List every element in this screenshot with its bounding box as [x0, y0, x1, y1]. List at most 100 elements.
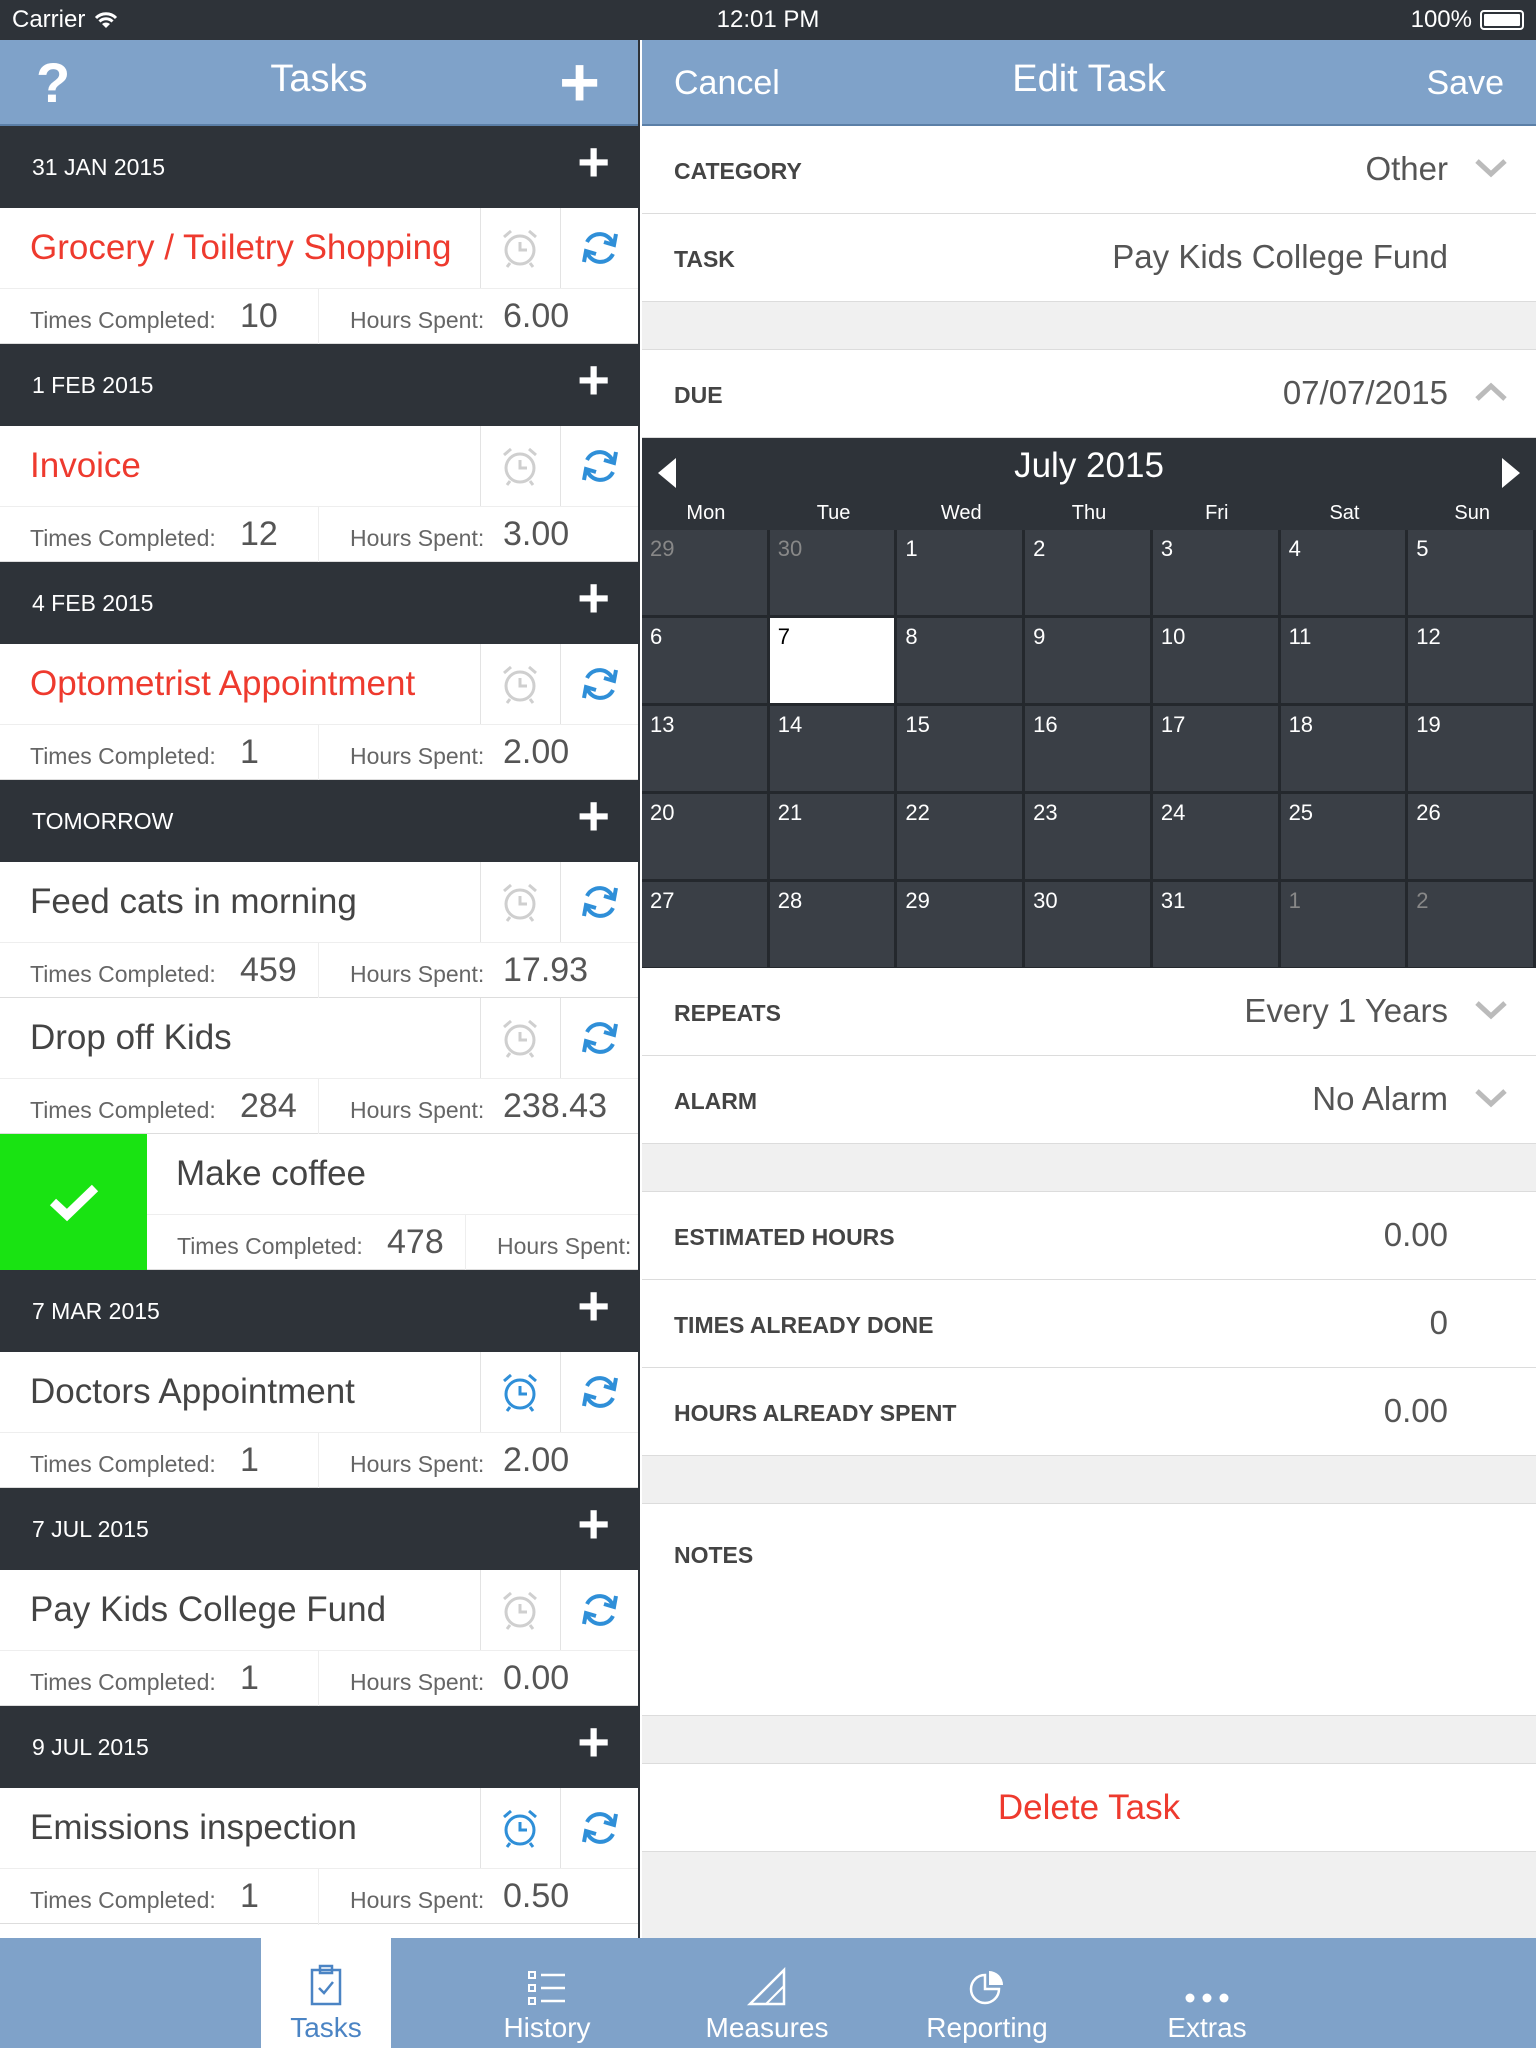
save-button[interactable]: Save: [1427, 64, 1505, 103]
category-value: Other: [1365, 150, 1448, 187]
list-icon: [482, 1938, 612, 2008]
add-task-to-date-button[interactable]: +: [577, 1496, 610, 1552]
tab-reporting[interactable]: Reporting: [922, 1938, 1052, 2048]
chevron-down-icon: [1475, 159, 1507, 178]
section-gap: [642, 302, 1536, 350]
calendar-day[interactable]: 30: [769, 530, 898, 618]
category-row[interactable]: CATEGORY Other: [642, 126, 1536, 214]
calendar-day[interactable]: 21: [769, 794, 898, 882]
times-completed-value: 1: [240, 1659, 259, 1697]
calendar-day[interactable]: 18: [1280, 706, 1409, 794]
calendar-day[interactable]: 16: [1025, 706, 1153, 794]
calendar-day[interactable]: 19: [1408, 706, 1536, 794]
calendar-day[interactable]: 17: [1152, 706, 1281, 794]
task-row[interactable]: Optometrist Appointment Times Completed: 1…: [0, 644, 638, 781]
alarm-icon[interactable]: [480, 998, 558, 1078]
add-task-to-date-button[interactable]: +: [577, 134, 610, 190]
calendar-day[interactable]: 29: [642, 530, 770, 618]
section-gap: [642, 1144, 1536, 1192]
calendar-day[interactable]: 12: [1408, 618, 1536, 706]
calendar-day[interactable]: 29: [897, 882, 1026, 970]
calendar-day[interactable]: 6: [642, 618, 770, 706]
hours-spent-input[interactable]: 0.00: [1384, 1392, 1448, 1430]
alarm-icon[interactable]: [480, 644, 558, 724]
stats-divider: [318, 725, 319, 781]
due-row[interactable]: DUE 07/07/2015: [642, 350, 1536, 438]
calendar-day[interactable]: 9: [1025, 618, 1153, 706]
calendar-day[interactable]: 31: [1152, 882, 1281, 970]
calendar-day[interactable]: 20: [642, 794, 770, 882]
estimated-hours-row[interactable]: ESTIMATED HOURS 0.00: [642, 1192, 1536, 1280]
repeat-sync-icon[interactable]: [560, 1788, 638, 1868]
add-task-to-date-button[interactable]: +: [577, 570, 610, 626]
calendar-day[interactable]: 27: [642, 882, 770, 970]
task-row[interactable]: Invoice Times Completed: 12 Hours Spent: 3.0…: [0, 426, 638, 563]
complete-check-icon[interactable]: [0, 1134, 147, 1270]
calendar-day[interactable]: 4: [1280, 530, 1409, 618]
calendar-day[interactable]: 2: [1025, 530, 1153, 618]
repeat-sync-icon[interactable]: [560, 1570, 638, 1650]
calendar-day[interactable]: 15: [897, 706, 1026, 794]
calendar-day[interactable]: 14: [769, 706, 898, 794]
calendar-day[interactable]: 24: [1152, 794, 1281, 882]
calendar-day[interactable]: 25: [1280, 794, 1409, 882]
add-task-to-date-button[interactable]: +: [577, 352, 610, 408]
calendar-day[interactable]: 11: [1280, 618, 1409, 706]
alarm-icon[interactable]: [480, 426, 558, 506]
task-row[interactable]: TASK Pay Kids College Fund: [642, 214, 1536, 302]
tab-measures[interactable]: Measures: [702, 1938, 832, 2048]
calendar-day[interactable]: 22: [897, 794, 1026, 882]
task-stats: Times Completed: 10 Hours Spent: 6.00: [0, 288, 638, 345]
task-row[interactable]: Drop off Kids Times Completed: 284 Hours Sp…: [0, 998, 638, 1135]
calendar-day[interactable]: 28: [769, 882, 898, 970]
add-task-button[interactable]: +: [559, 42, 600, 122]
task-row[interactable]: Feed cats in morning Times Completed: 459 H…: [0, 862, 638, 999]
task-row[interactable]: Grocery / Toiletry Shopping Times Complet…: [0, 208, 638, 345]
times-done-input[interactable]: 0: [1430, 1304, 1448, 1342]
repeat-sync-icon[interactable]: [560, 1352, 638, 1432]
calendar-day[interactable]: 2: [1408, 882, 1536, 970]
repeat-sync-icon[interactable]: [560, 426, 638, 506]
calendar-day[interactable]: 23: [1025, 794, 1153, 882]
calendar-day[interactable]: 1: [1280, 882, 1409, 970]
calendar-day-selected[interactable]: 7: [769, 618, 898, 706]
alarm-icon[interactable]: [480, 862, 558, 942]
calendar-day[interactable]: 8: [897, 618, 1026, 706]
repeat-sync-icon[interactable]: [560, 998, 638, 1078]
add-task-to-date-button[interactable]: +: [577, 1714, 610, 1770]
calendar-day[interactable]: 1: [897, 530, 1026, 618]
alarm-icon[interactable]: [480, 1788, 558, 1868]
times-done-row[interactable]: TIMES ALREADY DONE 0: [642, 1280, 1536, 1368]
calendar-day[interactable]: 30: [1025, 882, 1153, 970]
calendar-day[interactable]: 26: [1408, 794, 1536, 882]
tab-tasks[interactable]: Tasks: [261, 1938, 391, 2048]
alarm-icon[interactable]: [480, 1352, 558, 1432]
task-row[interactable]: Pay Kids College Fund Times Completed: 1 Ho…: [0, 1570, 638, 1707]
tab-history[interactable]: History: [482, 1938, 612, 2048]
add-task-to-date-button[interactable]: +: [577, 1278, 610, 1334]
add-task-to-date-button[interactable]: +: [577, 788, 610, 844]
repeats-row[interactable]: REPEATS Every 1 Years: [642, 968, 1536, 1056]
calendar-day[interactable]: 13: [642, 706, 770, 794]
notes-field[interactable]: NOTES: [642, 1504, 1536, 1716]
tab-extras[interactable]: Extras: [1142, 1938, 1272, 2048]
alarm-icon[interactable]: [480, 208, 558, 288]
alarm-icon[interactable]: [480, 1570, 558, 1650]
calendar-day[interactable]: 5: [1408, 530, 1536, 618]
estimated-hours-input[interactable]: 0.00: [1384, 1216, 1448, 1254]
task-row[interactable]: Doctors Appointment Times Completed: 1 Hour…: [0, 1352, 638, 1489]
alarm-row[interactable]: ALARM No Alarm: [642, 1056, 1536, 1144]
delete-task-button[interactable]: Delete Task: [642, 1764, 1536, 1852]
task-row[interactable]: Emissions inspection Times Completed: 1 Hou…: [0, 1788, 638, 1925]
calendar-day[interactable]: 10: [1152, 618, 1281, 706]
repeat-sync-icon[interactable]: [560, 644, 638, 724]
calendar-grid: 29 30 1 2 3 4 5 6 7 8 9 10 11 12 13 14 15 16 17 18 19 20 21 22 2…: [642, 530, 1536, 970]
hours-spent-row[interactable]: HOURS ALREADY SPENT 0.00: [642, 1368, 1536, 1456]
task-row[interactable]: Make coffee Times Completed: 478 Hours Spen…: [0, 1134, 638, 1271]
next-month-button[interactable]: [1502, 458, 1520, 488]
repeat-sync-icon[interactable]: [560, 862, 638, 942]
calendar-day[interactable]: 3: [1152, 530, 1281, 618]
repeat-sync-icon[interactable]: [560, 208, 638, 288]
task-name: Pay Kids College Fund: [30, 1590, 387, 1629]
task-name-input[interactable]: Pay Kids College Fund: [1112, 238, 1448, 276]
